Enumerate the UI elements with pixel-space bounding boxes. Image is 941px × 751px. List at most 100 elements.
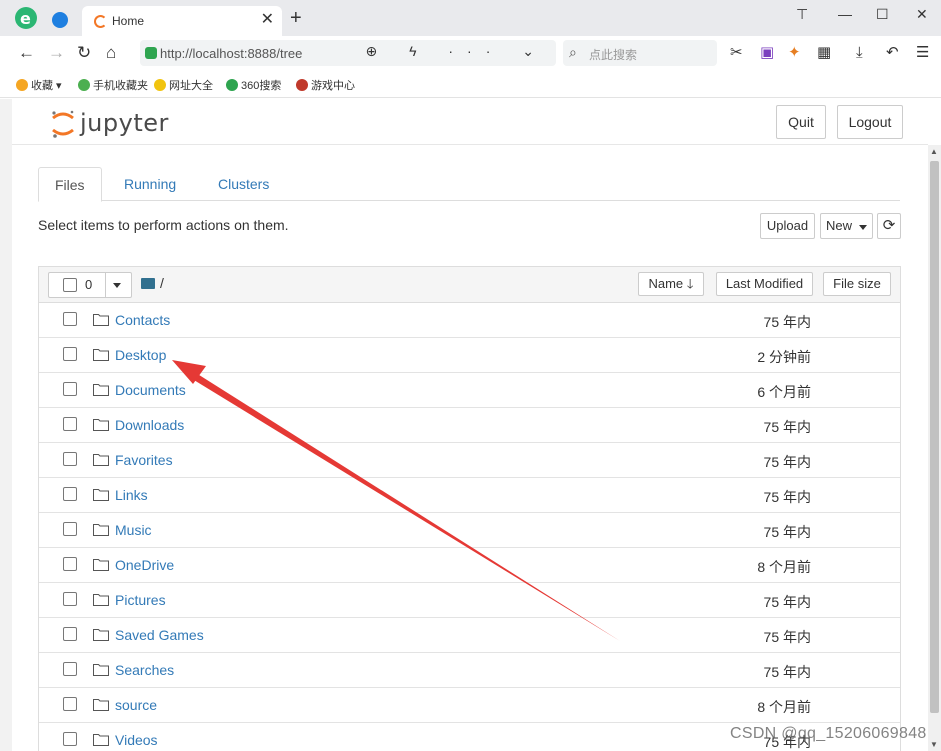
undo-icon[interactable]: ↶ xyxy=(886,44,899,62)
scroll-down-icon[interactable]: ▼ xyxy=(930,740,938,749)
folder-icon xyxy=(93,349,109,361)
search-placeholder[interactable]: 点此搜索 xyxy=(589,46,637,63)
item-checkbox[interactable] xyxy=(63,627,77,641)
bookmark-360-search[interactable]: 360搜索 xyxy=(226,77,281,93)
list-item[interactable]: Searches 75 年内 xyxy=(39,653,900,688)
bookmark-sites[interactable]: 网址大全 xyxy=(154,77,213,93)
address-bar[interactable]: http://localhost:8888/tree ⊕ ϟ ··· ⌄ xyxy=(140,40,556,66)
logout-button[interactable]: Logout xyxy=(837,105,903,139)
item-link[interactable]: Contacts xyxy=(115,312,170,328)
menu-icon[interactable]: ☰ xyxy=(916,44,929,62)
quit-button[interactable]: Quit xyxy=(776,105,826,139)
list-item[interactable]: Desktop 2 分钟前 xyxy=(39,338,900,373)
item-modified: 8 个月前 xyxy=(757,699,811,715)
folder-icon xyxy=(93,419,109,431)
telegram-icon[interactable] xyxy=(52,12,68,28)
list-item[interactable]: Music 75 年内 xyxy=(39,513,900,548)
back-button[interactable]: ← xyxy=(18,43,35,63)
select-all-checkbox[interactable] xyxy=(63,278,77,292)
list-item[interactable]: Favorites 75 年内 xyxy=(39,443,900,478)
item-link[interactable]: source xyxy=(115,697,157,713)
browser-toolbar: ← → ↻ ⌂ http://localhost:8888/tree ⊕ ϟ ·… xyxy=(0,36,941,70)
search-box[interactable]: ⌕ 点此搜索 xyxy=(563,40,717,66)
item-link[interactable]: Pictures xyxy=(115,592,166,608)
skin-icon[interactable]: ⊤ xyxy=(796,6,808,22)
address-text[interactable]: http://localhost:8888/tree xyxy=(160,46,302,61)
jupyter-logo[interactable]: jupyter xyxy=(50,105,190,139)
forward-button[interactable]: → xyxy=(48,43,65,63)
list-item[interactable]: Pictures 75 年内 xyxy=(39,583,900,618)
list-item[interactable]: Links 75 年内 xyxy=(39,478,900,513)
item-checkbox[interactable] xyxy=(63,697,77,711)
home-button[interactable]: ⌂ xyxy=(106,43,116,63)
list-item[interactable]: source 8 个月前 xyxy=(39,688,900,723)
minimize-button[interactable]: — xyxy=(838,6,852,22)
item-checkbox[interactable] xyxy=(63,592,77,606)
bookmark-favorites[interactable]: 收藏 ▾ xyxy=(16,77,62,93)
close-tab-icon[interactable]: ✕ xyxy=(261,11,274,29)
item-checkbox[interactable] xyxy=(63,347,77,361)
scroll-up-icon[interactable]: ▲ xyxy=(930,147,938,156)
upload-button[interactable]: Upload xyxy=(760,213,815,239)
item-link[interactable]: OneDrive xyxy=(115,557,174,573)
item-link[interactable]: Documents xyxy=(115,382,186,398)
list-item[interactable]: Contacts 75 年内 xyxy=(39,303,900,338)
bookmark-mobile[interactable]: 手机收藏夹 xyxy=(78,77,148,93)
select-all-dropdown[interactable]: 0 xyxy=(48,272,132,298)
vertical-scrollbar[interactable]: ▲ ▼ xyxy=(928,145,941,751)
file-list-header: 0 / Name 🡓 Last Modified File size xyxy=(39,267,900,303)
reload-button[interactable]: ↻ xyxy=(77,43,91,63)
maximize-button[interactable]: ☐ xyxy=(876,6,889,22)
chevron-down-icon[interactable] xyxy=(113,283,121,288)
item-link[interactable]: Favorites xyxy=(115,452,173,468)
new-tab-button[interactable]: + xyxy=(290,8,302,28)
close-window-button[interactable]: ✕ xyxy=(916,6,928,22)
gamepad-icon[interactable]: ✦ xyxy=(788,44,801,62)
tab-title: Home xyxy=(112,14,145,28)
item-checkbox[interactable] xyxy=(63,487,77,501)
tab-files[interactable]: Files xyxy=(38,167,102,202)
jupyter-header: jupyter Quit Logout xyxy=(12,99,928,145)
item-link[interactable]: Music xyxy=(115,522,152,538)
download-icon[interactable]: ⤓ xyxy=(856,44,863,62)
item-checkbox[interactable] xyxy=(63,732,77,746)
item-checkbox[interactable] xyxy=(63,522,77,536)
tab-clusters[interactable]: Clusters xyxy=(202,167,285,201)
scrollbar-thumb[interactable] xyxy=(930,161,939,713)
list-item[interactable]: Downloads 75 年内 xyxy=(39,408,900,443)
item-checkbox[interactable] xyxy=(63,452,77,466)
item-modified: 75 年内 xyxy=(763,594,811,610)
breadcrumb[interactable]: / xyxy=(160,275,164,291)
tab-running[interactable]: Running xyxy=(108,167,192,201)
item-checkbox[interactable] xyxy=(63,557,77,571)
item-link[interactable]: Desktop xyxy=(115,347,166,363)
list-item[interactable]: Saved Games 75 年内 xyxy=(39,618,900,653)
sort-by-name-button[interactable]: Name 🡓 xyxy=(638,272,704,296)
apps-grid-icon[interactable]: ▦ xyxy=(817,44,831,62)
item-checkbox[interactable] xyxy=(63,312,77,326)
address-actions[interactable]: ⊕ ϟ ··· ⌄ xyxy=(365,43,548,60)
list-item[interactable]: OneDrive 8 个月前 xyxy=(39,548,900,583)
item-checkbox[interactable] xyxy=(63,417,77,431)
translate-icon[interactable]: ▣ xyxy=(760,44,774,62)
item-modified: 75 年内 xyxy=(763,629,811,645)
item-modified: 75 年内 xyxy=(763,314,811,330)
sort-by-size-button[interactable]: File size xyxy=(823,272,891,296)
jupyter-logo-icon xyxy=(52,110,74,138)
folder-icon xyxy=(93,489,109,501)
new-dropdown-button[interactable]: New xyxy=(820,213,873,239)
item-checkbox[interactable] xyxy=(63,382,77,396)
tab-home[interactable]: Home ✕ xyxy=(82,6,282,36)
bookmark-games[interactable]: 游戏中心 xyxy=(296,77,355,93)
refresh-button[interactable]: ⟳ xyxy=(877,213,901,239)
list-item[interactable]: Documents 6 个月前 xyxy=(39,373,900,408)
folder-icon[interactable] xyxy=(141,278,155,289)
item-link[interactable]: Downloads xyxy=(115,417,184,433)
scissors-icon[interactable]: ✂ xyxy=(730,44,743,62)
item-link[interactable]: Saved Games xyxy=(115,627,204,643)
item-link[interactable]: Searches xyxy=(115,662,174,678)
sort-by-modified-button[interactable]: Last Modified xyxy=(716,272,813,296)
item-link[interactable]: Videos xyxy=(115,732,158,748)
item-checkbox[interactable] xyxy=(63,662,77,676)
item-link[interactable]: Links xyxy=(115,487,148,503)
